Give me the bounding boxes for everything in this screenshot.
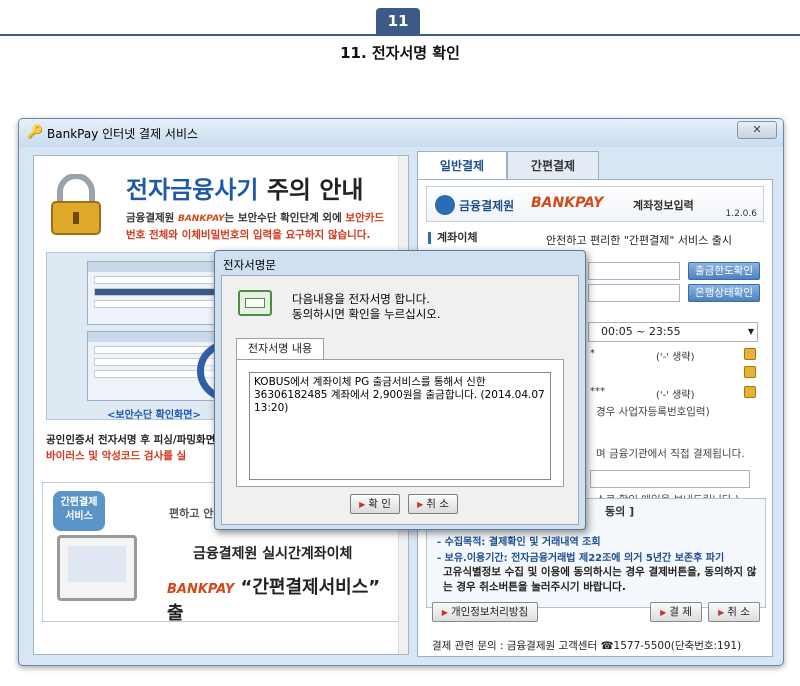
lock-icon[interactable] (744, 366, 756, 378)
section-label-transfer: 계좌이체 (428, 232, 477, 244)
notice-description: 금융결제원 BANKPAY는 보안수단 확인단계 외에 보안카드 번호 전체와 … (126, 212, 385, 241)
brand-bar: 금융결제원 BANKPAY 계좌정보입력 1.2.0.6 (426, 186, 764, 222)
play-icon: ▶ (359, 500, 366, 509)
form-title: 계좌정보입력 (633, 199, 694, 212)
withdraw-limit-button[interactable]: 출금한도확인 (688, 262, 760, 280)
masked-value-1: * (590, 348, 595, 359)
email-field[interactable] (590, 470, 750, 488)
promo-headline: 금융결제원 실시간계좌이체 (193, 546, 353, 562)
app-icon: 🔑 (27, 125, 44, 140)
confirm-button[interactable]: ▶ 확 인 (350, 494, 400, 514)
brand-name: 금융결제원 (459, 199, 515, 213)
tab-signature-content[interactable]: 전자서명 내용 (236, 338, 324, 360)
digital-signature-dialog: 전자서명문 다음내용을 전자서명 합니다. 동의하시면 확인을 누르십시오. 전… (214, 250, 586, 530)
version-label: 1.2.0.6 (725, 209, 758, 219)
dialog-message: 다음내용을 전자서명 합니다. 동의하시면 확인을 누르십시오. (292, 292, 441, 321)
privacy-policy-button[interactable]: ▶ 개인정보처리방침 (432, 602, 538, 622)
masked-value-2: *** (590, 386, 605, 397)
page-number-badge: 11 (376, 8, 420, 34)
consent-body: 고유식별정보 수집 및 이용에 동의하시는 경우 결제버튼을, 동의하지 않는 … (443, 566, 757, 593)
padlock-icon (51, 174, 101, 235)
consent-purpose: - 수집목적: 결제확인 및 거래내역 조회 (437, 537, 601, 548)
chevron-down-icon: ▼ (747, 327, 754, 336)
play-icon: ▶ (660, 608, 667, 617)
page-title: 11. 전자서명 확인 (340, 44, 460, 62)
play-icon: ▶ (441, 608, 448, 617)
bankpay-logo-small: BANKPAY (177, 214, 225, 224)
window-close-button[interactable]: ✕ (737, 121, 777, 139)
account-field-1[interactable] (588, 262, 680, 280)
consent-heading: 동의 ] (605, 505, 635, 518)
omit-hint-2: ('-' 생략) (656, 390, 695, 401)
signature-content-text[interactable]: KOBUS에서 계좌이체 PG 출금서비스를 통해서 신한 3630618248… (249, 372, 551, 480)
dialog-body: 다음내용을 전자서명 합니다. 동의하시면 확인을 누르십시오. 전자서명 내용… (221, 275, 579, 525)
service-notice: 안전하고 편리한 "간편결제" 서비스 출시 (546, 234, 733, 247)
fraud-notice: 전자금융사기 주의 안내 금융결제원 BANKPAY는 보안수단 확인단계 외에… (46, 164, 396, 244)
lock-icon[interactable] (744, 348, 756, 360)
service-time-select[interactable]: 00:05 ~ 23:55 ▼ (588, 322, 758, 342)
notice-title: 전자금융사기 주의 안내 (126, 176, 364, 204)
dialog-cancel-button[interactable]: ▶ 취 소 (408, 494, 458, 514)
play-icon: ▶ (417, 500, 424, 509)
header-rule (0, 34, 800, 36)
consent-retention: - 보유.이용기간: 전자금융거래법 제22조에 의거 5년간 보존후 파기 (437, 553, 725, 564)
window-title: BankPay 인터넷 결제 서비스 (47, 127, 199, 141)
certificate-icon (238, 290, 272, 316)
simple-pay-badge: 간편결제 서비스 (53, 491, 105, 531)
account-field-2[interactable] (588, 284, 680, 302)
tab-simple-payment[interactable]: 간편결제 (507, 151, 599, 179)
pay-button[interactable]: ▶ 결 제 (650, 602, 702, 622)
omit-hint-1: ('-' 생략) (656, 352, 695, 363)
support-footer: 결제 관련 문의 : 금융결제원 고객센터 ☎1577-5500(단축번호:19… (432, 640, 742, 652)
promo-service-name: BANKPAY “간편결제서비스” 출 (167, 577, 381, 624)
play-icon: ▶ (718, 608, 725, 617)
cancel-button[interactable]: ▶ 취 소 (708, 602, 760, 622)
monitor-icon (57, 535, 137, 601)
signature-content-group: KOBUS에서 계좌이체 PG 출금서비스를 통해서 신한 3630618248… (236, 359, 564, 487)
window-titlebar: 🔑 BankPay 인터넷 결제 서비스 ✕ (19, 119, 783, 147)
direct-payment-note: 며 금융기관에서 직접 결제됩니다. (596, 448, 745, 460)
dialog-title: 전자서명문 (223, 258, 276, 272)
business-number-note: 경우 사업자등록번호입력) (596, 406, 710, 418)
tab-general-payment[interactable]: 일반결제 (417, 151, 507, 179)
kftc-logo-icon (435, 195, 455, 215)
bankpay-logo: BANKPAY (531, 195, 604, 211)
sample-caption: <보안수단 확인화면> (107, 410, 201, 421)
bank-status-button[interactable]: 은행상태확인 (688, 284, 760, 302)
lock-icon[interactable] (744, 386, 756, 398)
